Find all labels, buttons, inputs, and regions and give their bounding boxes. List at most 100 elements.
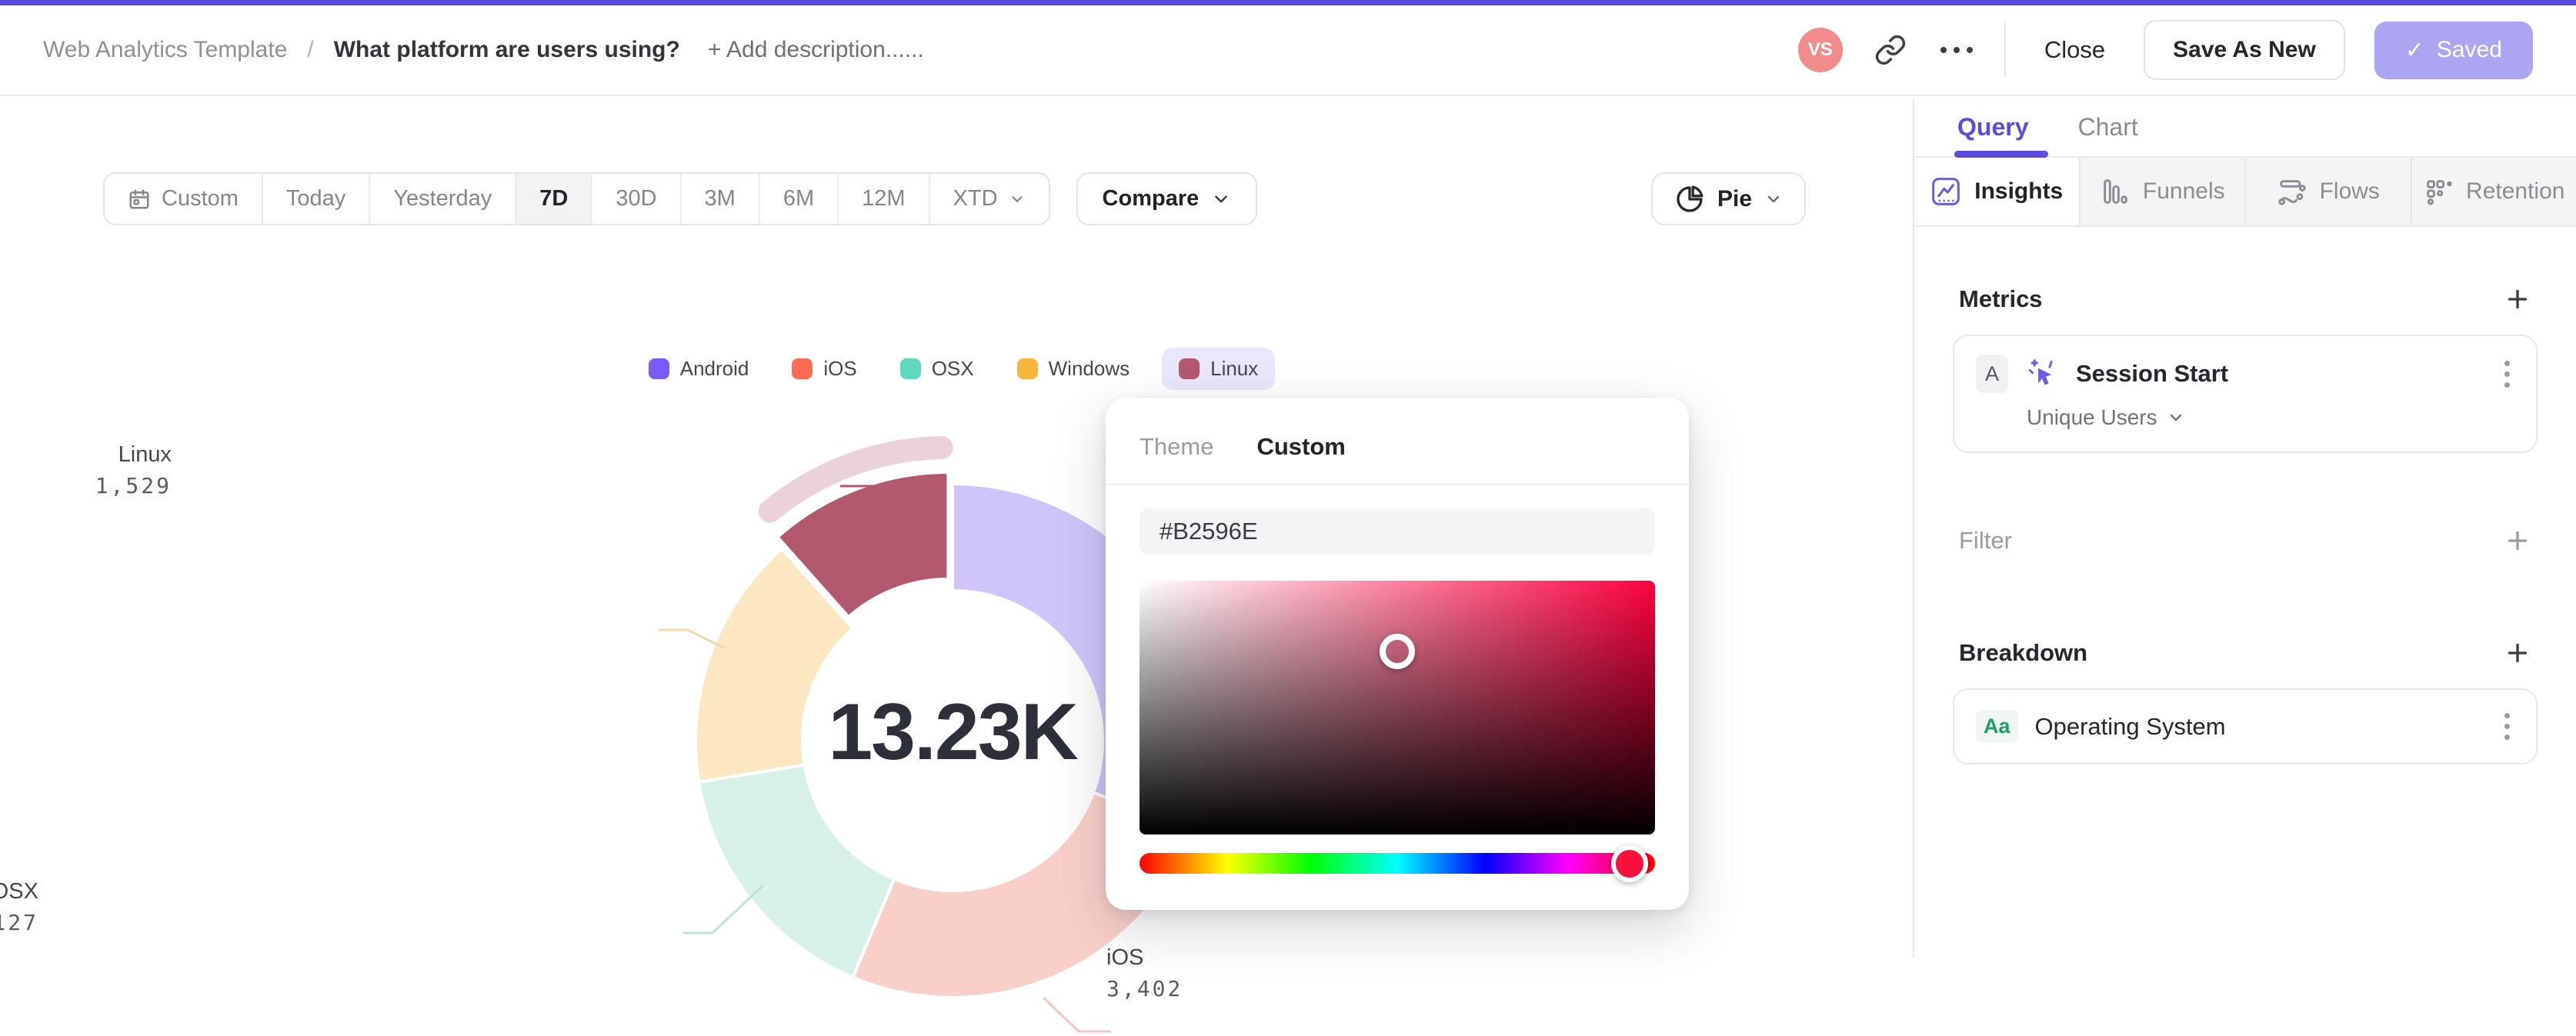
metric-event-name[interactable]: Session Start — [2076, 360, 2228, 388]
saturation-value-area[interactable] — [1140, 581, 1655, 834]
aggregation-dropdown[interactable]: Unique Users — [2027, 405, 2514, 430]
mode-retention[interactable]: Retention — [2411, 158, 2576, 225]
breakdown-property-name[interactable]: Operating System — [2035, 713, 2226, 741]
range-today[interactable]: Today — [262, 174, 369, 224]
legend-swatch — [649, 358, 669, 379]
sv-selector-ring[interactable] — [1380, 634, 1415, 669]
callout-osx: OSX 2,127 — [0, 879, 38, 935]
page-title[interactable]: What platform are users using? — [334, 37, 680, 63]
range-yesterday[interactable]: Yesterday — [369, 174, 515, 224]
legend-swatch — [900, 358, 921, 379]
series-letter-badge: A — [1976, 355, 2008, 393]
legend-label: Windows — [1049, 357, 1130, 381]
tab-theme[interactable]: Theme — [1140, 433, 1213, 461]
compare-label: Compare — [1103, 186, 1200, 212]
breadcrumb-root[interactable]: Web Analytics Template — [43, 37, 287, 63]
date-toolbar: CustomTodayYesterday7D30D3M6M12MXTD Comp… — [103, 172, 1257, 225]
add-filter-icon[interactable] — [2504, 527, 2531, 555]
legend-item-ios[interactable]: iOS — [781, 348, 867, 390]
mode-insights[interactable]: Insights — [1914, 158, 2079, 225]
breakdown-kebab-menu[interactable] — [2500, 708, 2514, 745]
tab-query[interactable]: Query — [1957, 113, 2028, 142]
legend-swatch — [792, 358, 813, 379]
color-picker-tabs: Theme Custom — [1140, 433, 1655, 461]
add-breakdown-icon[interactable] — [2504, 639, 2531, 667]
callout-name: OSX — [0, 879, 38, 904]
mode-funnels[interactable]: Funnels — [2079, 158, 2245, 225]
callout-value: 3,402 — [1106, 976, 1183, 1001]
metrics-heading: Metrics — [1959, 285, 2043, 313]
legend-label: Linux — [1210, 357, 1258, 381]
mode-label: Insights — [1974, 178, 2063, 205]
hue-slider-handle[interactable] — [1611, 845, 1648, 882]
share-link-icon[interactable] — [1872, 32, 1909, 68]
hue-slider[interactable] — [1140, 853, 1655, 874]
legend-item-windows[interactable]: Windows — [1006, 348, 1140, 390]
range-6m[interactable]: 6M — [759, 174, 837, 224]
mode-flows[interactable]: Flows — [2244, 158, 2411, 225]
analysis-mode-tabs: Insights Funnels Flows — [1914, 158, 2576, 227]
funnels-icon — [2100, 176, 2131, 207]
range-custom[interactable]: Custom — [105, 174, 262, 224]
legend-item-linux[interactable]: Linux — [1162, 348, 1275, 390]
breadcrumb-separator: / — [307, 37, 313, 63]
tab-custom[interactable]: Custom — [1256, 433, 1345, 461]
active-tab-underline — [1954, 151, 2048, 158]
retention-icon — [2423, 176, 2454, 207]
slice-osx[interactable] — [699, 765, 894, 977]
pie-chart-icon — [1674, 184, 1705, 215]
legend-label: OSX — [932, 357, 974, 381]
top-accent-bar — [0, 0, 2576, 5]
chevron-down-icon — [1764, 190, 1783, 208]
filter-section-header: Filter — [1953, 527, 2538, 555]
picker-divider — [1106, 484, 1689, 485]
callout-line-ios — [1043, 998, 1111, 1031]
chart-legend: Android iOS OSX Windows Linux — [0, 348, 1913, 390]
chevron-down-icon — [1211, 189, 1231, 209]
donut-center-total: 13.23K — [799, 687, 1106, 778]
add-metric-icon[interactable] — [2504, 285, 2531, 313]
compare-button[interactable]: Compare — [1076, 172, 1258, 225]
legend-item-android[interactable]: Android — [638, 348, 760, 390]
metrics-section-header: Metrics — [1953, 285, 2538, 313]
mode-label: Funnels — [2143, 178, 2225, 205]
chart-type-label: Pie — [1717, 186, 1752, 212]
saved-label: Saved — [2437, 37, 2502, 63]
range-7d[interactable]: 7D — [515, 174, 591, 224]
range-3m[interactable]: 3M — [680, 174, 759, 224]
query-sidebar: Query Chart Insights Funnels — [1913, 98, 2576, 958]
check-icon: ✓ — [2405, 37, 2424, 64]
chevron-down-icon — [1009, 191, 1026, 208]
close-button[interactable]: Close — [2035, 36, 2114, 64]
metric-kebab-menu[interactable] — [2500, 356, 2514, 392]
date-range-group: CustomTodayYesterday7D30D3M6M12MXTD — [103, 172, 1050, 225]
sidebar-tabs: Query Chart — [1914, 98, 2576, 158]
chevron-down-icon — [2167, 408, 2185, 427]
avatar[interactable]: VS — [1798, 28, 1843, 72]
callout-value: 1,529 — [95, 473, 172, 498]
flows-icon — [2277, 176, 2307, 207]
legend-label: Android — [680, 357, 749, 381]
more-options-icon[interactable] — [1938, 32, 1975, 68]
range-30d[interactable]: 30D — [591, 174, 679, 224]
save-as-new-button[interactable]: Save As New — [2144, 20, 2345, 80]
metric-card[interactable]: A Session Start Unique Users — [1953, 335, 2538, 453]
breadcrumb: Web Analytics Template / What platform a… — [43, 37, 924, 63]
chart-type-selector[interactable]: Pie — [1651, 172, 1806, 225]
tab-chart[interactable]: Chart — [2077, 113, 2137, 142]
report-canvas: CustomTodayYesterday7D30D3M6M12MXTD Comp… — [0, 98, 1913, 958]
insights-icon — [1930, 175, 1962, 208]
saved-button[interactable]: ✓ Saved — [2374, 22, 2533, 79]
callout-name: Linux — [95, 442, 172, 468]
hex-color-input[interactable]: #B2596E — [1140, 508, 1655, 555]
add-description-button[interactable]: + Add description...... — [708, 37, 924, 63]
header-divider — [2004, 22, 2006, 78]
breakdown-card[interactable]: Aa Operating System — [1953, 688, 2538, 765]
color-picker-popup: Theme Custom #B2596E — [1106, 398, 1689, 910]
callout-linux: Linux 1,529 — [95, 442, 172, 498]
legend-item-osx[interactable]: OSX — [889, 348, 985, 390]
legend-label: iOS — [823, 357, 856, 381]
property-type-badge: Aa — [1976, 710, 2018, 743]
range-12m[interactable]: 12M — [837, 174, 928, 224]
range-xtd[interactable]: XTD — [929, 174, 1049, 224]
